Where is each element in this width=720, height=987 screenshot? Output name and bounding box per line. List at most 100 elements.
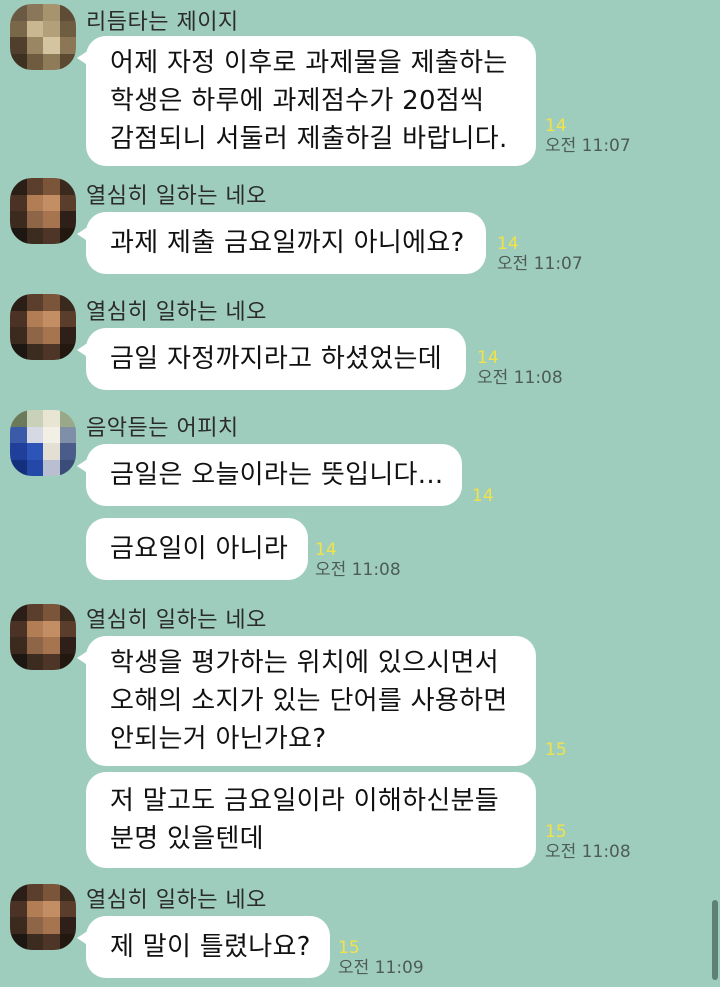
avatar-pixel — [43, 426, 60, 443]
avatar-pixel — [10, 310, 27, 327]
message-meta: 14 오전 11:08 — [315, 540, 401, 580]
message-bubble[interactable]: 과제 제출 금요일까지 아니에요? — [77, 212, 486, 274]
avatar-pixel — [59, 426, 76, 443]
avatar-pixel — [43, 459, 60, 476]
avatar-pixel — [59, 294, 76, 311]
message-bubble[interactable]: 학생을 평가하는 위치에 있으시면서 오해의 소지가 있는 단어를 사용하면 안… — [77, 636, 536, 766]
message-text: 안되는거 아닌가요? — [110, 724, 327, 754]
neo-avatar-icon[interactable] — [10, 604, 76, 670]
message-time: 오전 11:07 — [497, 254, 583, 274]
avatar-pixel — [59, 178, 76, 195]
avatar-pixel — [10, 620, 27, 637]
avatar-pixel — [43, 343, 60, 360]
avatar-pixel — [10, 178, 27, 195]
avatar-pixel — [26, 933, 43, 950]
avatar-pixel — [43, 327, 60, 344]
avatar-pixel — [10, 884, 27, 901]
apeach-avatar-icon[interactable] — [10, 410, 76, 476]
chat-log: 리듬타는 제이지 어제 자정 이후로 과제물을 제출하는 학생은 하루에 과제점… — [0, 0, 720, 987]
avatar-pixel — [10, 604, 27, 621]
avatar-pixel — [26, 327, 43, 344]
avatar-pixel — [10, 443, 27, 460]
avatar-pixel — [59, 637, 76, 654]
sender-name: 열심히 일하는 네오 — [86, 888, 267, 913]
avatar-pixel — [26, 917, 43, 934]
unread-count: 14 — [472, 486, 494, 506]
avatar-pixel — [43, 637, 60, 654]
sender-name: 열심히 일하는 네오 — [86, 608, 267, 633]
neo-avatar-icon[interactable] — [10, 178, 76, 244]
avatar-pixel — [26, 443, 43, 460]
unread-count: 15 — [338, 938, 360, 958]
avatar-pixel — [10, 653, 27, 670]
avatar-pixel — [59, 459, 76, 476]
avatar-pixel — [10, 53, 27, 70]
avatar-pixel — [26, 343, 43, 360]
message-meta: 15 오전 11:09 — [338, 938, 424, 978]
sender-name: 음악듣는 어피치 — [86, 416, 239, 441]
avatar-pixel — [26, 294, 43, 311]
message-time: 오전 11:08 — [315, 560, 401, 580]
message-time: 오전 11:07 — [545, 136, 631, 156]
avatar-pixel — [43, 900, 60, 917]
avatar-pixel — [26, 410, 43, 427]
avatar-pixel — [10, 637, 27, 654]
neo-avatar-icon[interactable] — [10, 294, 76, 360]
avatar-pixel — [59, 604, 76, 621]
avatar-pixel — [26, 310, 43, 327]
avatar-pixel — [26, 426, 43, 443]
sender-name: 리듬타는 제이지 — [86, 10, 239, 35]
avatar-pixel — [43, 310, 60, 327]
sender-name: 열심히 일하는 네오 — [86, 300, 267, 325]
avatar-pixel — [59, 900, 76, 917]
avatar-pixel — [26, 653, 43, 670]
avatar-pixel — [26, 637, 43, 654]
unread-count: 14 — [477, 348, 499, 368]
avatar-pixel — [59, 20, 76, 37]
message-time: 오전 11:08 — [545, 842, 631, 862]
unread-count: 14 — [497, 234, 519, 254]
message-bubble[interactable]: 금요일이 아니라 — [86, 518, 308, 580]
avatar-pixel — [10, 327, 27, 344]
message-meta: 15 오전 11:08 — [545, 822, 631, 862]
message-bubble[interactable]: 저 말고도 금요일이라 이해하신분들 분명 있을텐데 — [86, 772, 536, 868]
avatar-pixel — [59, 620, 76, 637]
avatar-pixel — [43, 604, 60, 621]
avatar-pixel — [43, 194, 60, 211]
avatar-pixel — [59, 653, 76, 670]
avatar-pixel — [26, 620, 43, 637]
neo-avatar-icon[interactable] — [10, 884, 76, 950]
message-bubble[interactable]: 제 말이 틀렸나요? — [77, 916, 330, 978]
avatar-pixel — [43, 653, 60, 670]
avatar-pixel — [59, 310, 76, 327]
message-text: 학생은 하루에 과제점수가 20점씩 — [110, 86, 485, 116]
avatar-pixel — [10, 343, 27, 360]
avatar-pixel — [26, 4, 43, 21]
avatar-pixel — [43, 4, 60, 21]
avatar-pixel — [43, 443, 60, 460]
message-bubble[interactable]: 어제 자정 이후로 과제물을 제출하는 학생은 하루에 과제점수가 20점씩 감… — [77, 36, 536, 166]
message-text: 금요일이 아니라 — [110, 534, 289, 564]
avatar-pixel — [59, 37, 76, 54]
avatar-pixel — [26, 459, 43, 476]
message-meta: 14 오전 11:08 — [477, 348, 563, 388]
unread-count: 15 — [545, 822, 567, 842]
message-text: 과제 제출 금요일까지 아니에요? — [110, 228, 465, 258]
avatar-pixel — [26, 37, 43, 54]
message-bubble[interactable]: 금일 자정까지라고 하셨었는데 — [77, 328, 466, 390]
avatar-pixel — [43, 53, 60, 70]
unread-count: 14 — [315, 540, 337, 560]
message-time: 오전 11:09 — [338, 958, 424, 978]
message-bubble[interactable]: 금일은 오늘이라는 뜻입니다... — [77, 444, 462, 506]
message-text: 제 말이 틀렸나요? — [110, 932, 311, 962]
avatar-pixel — [59, 410, 76, 427]
message-text: 금일 자정까지라고 하셨었는데 — [110, 344, 442, 374]
avatar-pixel — [59, 327, 76, 344]
message-time: 오전 11:08 — [477, 368, 563, 388]
avatar-pixel — [59, 53, 76, 70]
jayg-avatar-icon[interactable] — [10, 4, 76, 70]
avatar-pixel — [59, 884, 76, 901]
avatar-pixel — [26, 178, 43, 195]
avatar-pixel — [43, 917, 60, 934]
scrollbar-thumb[interactable] — [712, 900, 718, 980]
